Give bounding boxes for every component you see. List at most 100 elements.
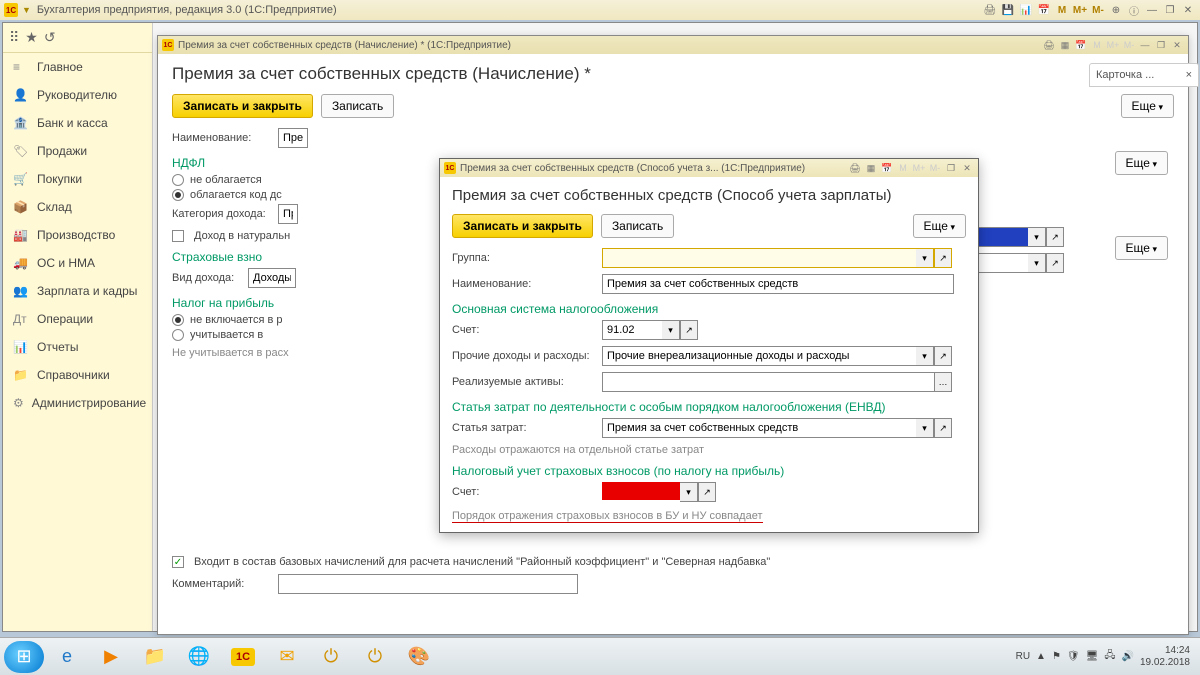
m-icon[interactable]: M (896, 162, 910, 174)
sidebar-item-warehouse[interactable]: 📦Склад (3, 193, 152, 221)
dropdown-icon[interactable]: ▾ (662, 320, 680, 340)
comment-input[interactable] (278, 574, 578, 594)
sidebar-item-manager[interactable]: 👤Руководителю (3, 81, 152, 109)
open-icon[interactable]: ↗ (1046, 227, 1064, 247)
target-icon[interactable]: ⊕ (1108, 3, 1124, 17)
sidebar-item-operations[interactable]: ДтОперации (3, 305, 152, 333)
dropdown-icon[interactable]: ▾ (916, 418, 934, 438)
group-selector[interactable]: ▾ ↗ (602, 248, 952, 268)
tray-lang[interactable]: RU (1016, 651, 1030, 662)
print-icon[interactable]: 🖨 (982, 3, 998, 17)
close-icon[interactable]: ✕ (1170, 39, 1184, 51)
more-button-right-2[interactable]: Еще (1115, 236, 1168, 260)
dropdown-icon[interactable]: ▾ (1028, 227, 1046, 247)
tray-net-icon[interactable]: 🖧 (1104, 648, 1115, 665)
task-paint-icon[interactable]: 🎨 (398, 641, 440, 673)
account-selector[interactable]: ▾ ↗ (602, 320, 698, 340)
dropdown-icon[interactable]: ▾ (1028, 253, 1046, 273)
income-type-input[interactable] (248, 268, 296, 288)
assets-input[interactable] (602, 372, 934, 392)
grid-icon[interactable]: ▦ (1058, 39, 1072, 51)
task-1c-icon[interactable]: 1C (222, 641, 264, 673)
m-plus-icon[interactable]: M+ (1072, 3, 1088, 17)
open-icon[interactable]: ↗ (1046, 253, 1064, 273)
tray-up-icon[interactable]: ▲ (1036, 651, 1046, 662)
print-icon[interactable]: 🖨 (848, 162, 862, 174)
dropdown-icon[interactable]: ▼ (22, 5, 31, 15)
task-mail-icon[interactable]: ✉ (266, 641, 308, 673)
task-explorer-icon[interactable]: 📁 (134, 641, 176, 673)
task-power-icon[interactable]: ⏻ (310, 641, 352, 673)
task-ie-icon[interactable]: e (46, 641, 88, 673)
income-cat-input[interactable] (278, 204, 298, 224)
tray-sound-icon[interactable]: 🔊 (1121, 651, 1133, 662)
open-icon[interactable]: ↗ (934, 248, 952, 268)
account-input[interactable] (602, 320, 662, 340)
sidebar-item-sales[interactable]: 🏷Продажи (3, 137, 152, 165)
save-icon[interactable]: 💾 (1000, 3, 1016, 17)
sidebar-item-main[interactable]: ≡Главное (3, 53, 152, 81)
cost-item-selector[interactable]: ▾ ↗ (602, 418, 952, 438)
close-icon[interactable]: ✕ (1180, 3, 1196, 17)
open-icon[interactable]: ↗ (680, 320, 698, 340)
m-minus-icon[interactable]: M- (1122, 39, 1136, 51)
modal-more-button[interactable]: Еще (913, 214, 966, 238)
print-icon[interactable]: 🖨 (1042, 39, 1056, 51)
m-icon[interactable]: M (1090, 39, 1104, 51)
modal-name-input[interactable] (602, 274, 954, 294)
sidebar-item-references[interactable]: 📁Справочники (3, 361, 152, 389)
modal-save-button[interactable]: Записать (601, 214, 674, 238)
name-input[interactable] (278, 128, 308, 148)
minimize-icon[interactable]: — (1144, 3, 1160, 17)
apps-icon[interactable]: ⠿ (9, 29, 19, 46)
sidebar-item-salary[interactable]: 👥Зарплата и кадры (3, 277, 152, 305)
group-input[interactable] (602, 248, 916, 268)
account2-selector[interactable]: ▾ ↗ (602, 482, 716, 502)
ellipsis-icon[interactable]: … (934, 372, 952, 392)
tray-flag-icon[interactable]: ⚑ (1052, 651, 1061, 662)
sidebar-item-assets[interactable]: 🚚ОС и НМА (3, 249, 152, 277)
history-icon[interactable]: ↺ (44, 29, 56, 46)
other-selector[interactable]: ▾ ↗ (602, 346, 952, 366)
maximize-icon[interactable]: ❐ (1154, 39, 1168, 51)
more-button-right-1[interactable]: Еще (1115, 151, 1168, 175)
open-icon[interactable]: ↗ (934, 346, 952, 366)
task-media-icon[interactable]: ▶ (90, 641, 132, 673)
open-icon[interactable]: ↗ (934, 418, 952, 438)
calendar-icon[interactable]: 📅 (1074, 39, 1088, 51)
side-tab-card[interactable]: Карточка ... × (1089, 63, 1199, 87)
m-minus-icon[interactable]: M- (928, 162, 942, 174)
calendar-icon[interactable]: 📅 (1036, 3, 1052, 17)
sidebar-item-production[interactable]: 🏭Производство (3, 221, 152, 249)
m-plus-icon[interactable]: M+ (912, 162, 926, 174)
tray-shield-icon[interactable]: 🛡 (1067, 651, 1080, 662)
more-button[interactable]: Еще (1121, 94, 1174, 118)
sidebar-item-admin[interactable]: ⚙Администрирование (3, 389, 152, 417)
maximize-icon[interactable]: ❐ (944, 162, 958, 174)
m-plus-icon[interactable]: M+ (1106, 39, 1120, 51)
sidebar-item-purchases[interactable]: 🛒Покупки (3, 165, 152, 193)
calendar-icon[interactable]: 📅 (880, 162, 894, 174)
assets-selector[interactable]: … (602, 372, 952, 392)
dropdown-icon[interactable]: ▾ (916, 346, 934, 366)
save-close-button[interactable]: Записать и закрыть (172, 94, 313, 118)
save-button[interactable]: Записать (321, 94, 394, 118)
calc-icon[interactable]: 📊 (1018, 3, 1034, 17)
m-minus-icon[interactable]: M- (1090, 3, 1106, 17)
minimize-icon[interactable]: — (1138, 39, 1152, 51)
dropdown-icon[interactable]: ▾ (916, 248, 934, 268)
cost-item-input[interactable] (602, 418, 916, 438)
task-power2-icon[interactable]: ⏻ (354, 641, 396, 673)
modal-save-close-button[interactable]: Записать и закрыть (452, 214, 593, 238)
sidebar-item-bank[interactable]: 🏦Банк и касса (3, 109, 152, 137)
close-icon[interactable]: × (1186, 69, 1192, 81)
m-icon[interactable]: M (1054, 3, 1070, 17)
start-button[interactable]: ⊞ (4, 641, 44, 673)
open-icon[interactable]: ↗ (698, 482, 716, 502)
chk-base[interactable]: Входит в состав базовых начислений для р… (172, 556, 1174, 568)
dropdown-icon[interactable]: ▾ (680, 482, 698, 502)
sidebar-item-reports[interactable]: 📊Отчеты (3, 333, 152, 361)
close-icon[interactable]: ✕ (960, 162, 974, 174)
task-chrome-icon[interactable]: 🌐 (178, 641, 220, 673)
star-icon[interactable]: ★ (25, 29, 38, 46)
